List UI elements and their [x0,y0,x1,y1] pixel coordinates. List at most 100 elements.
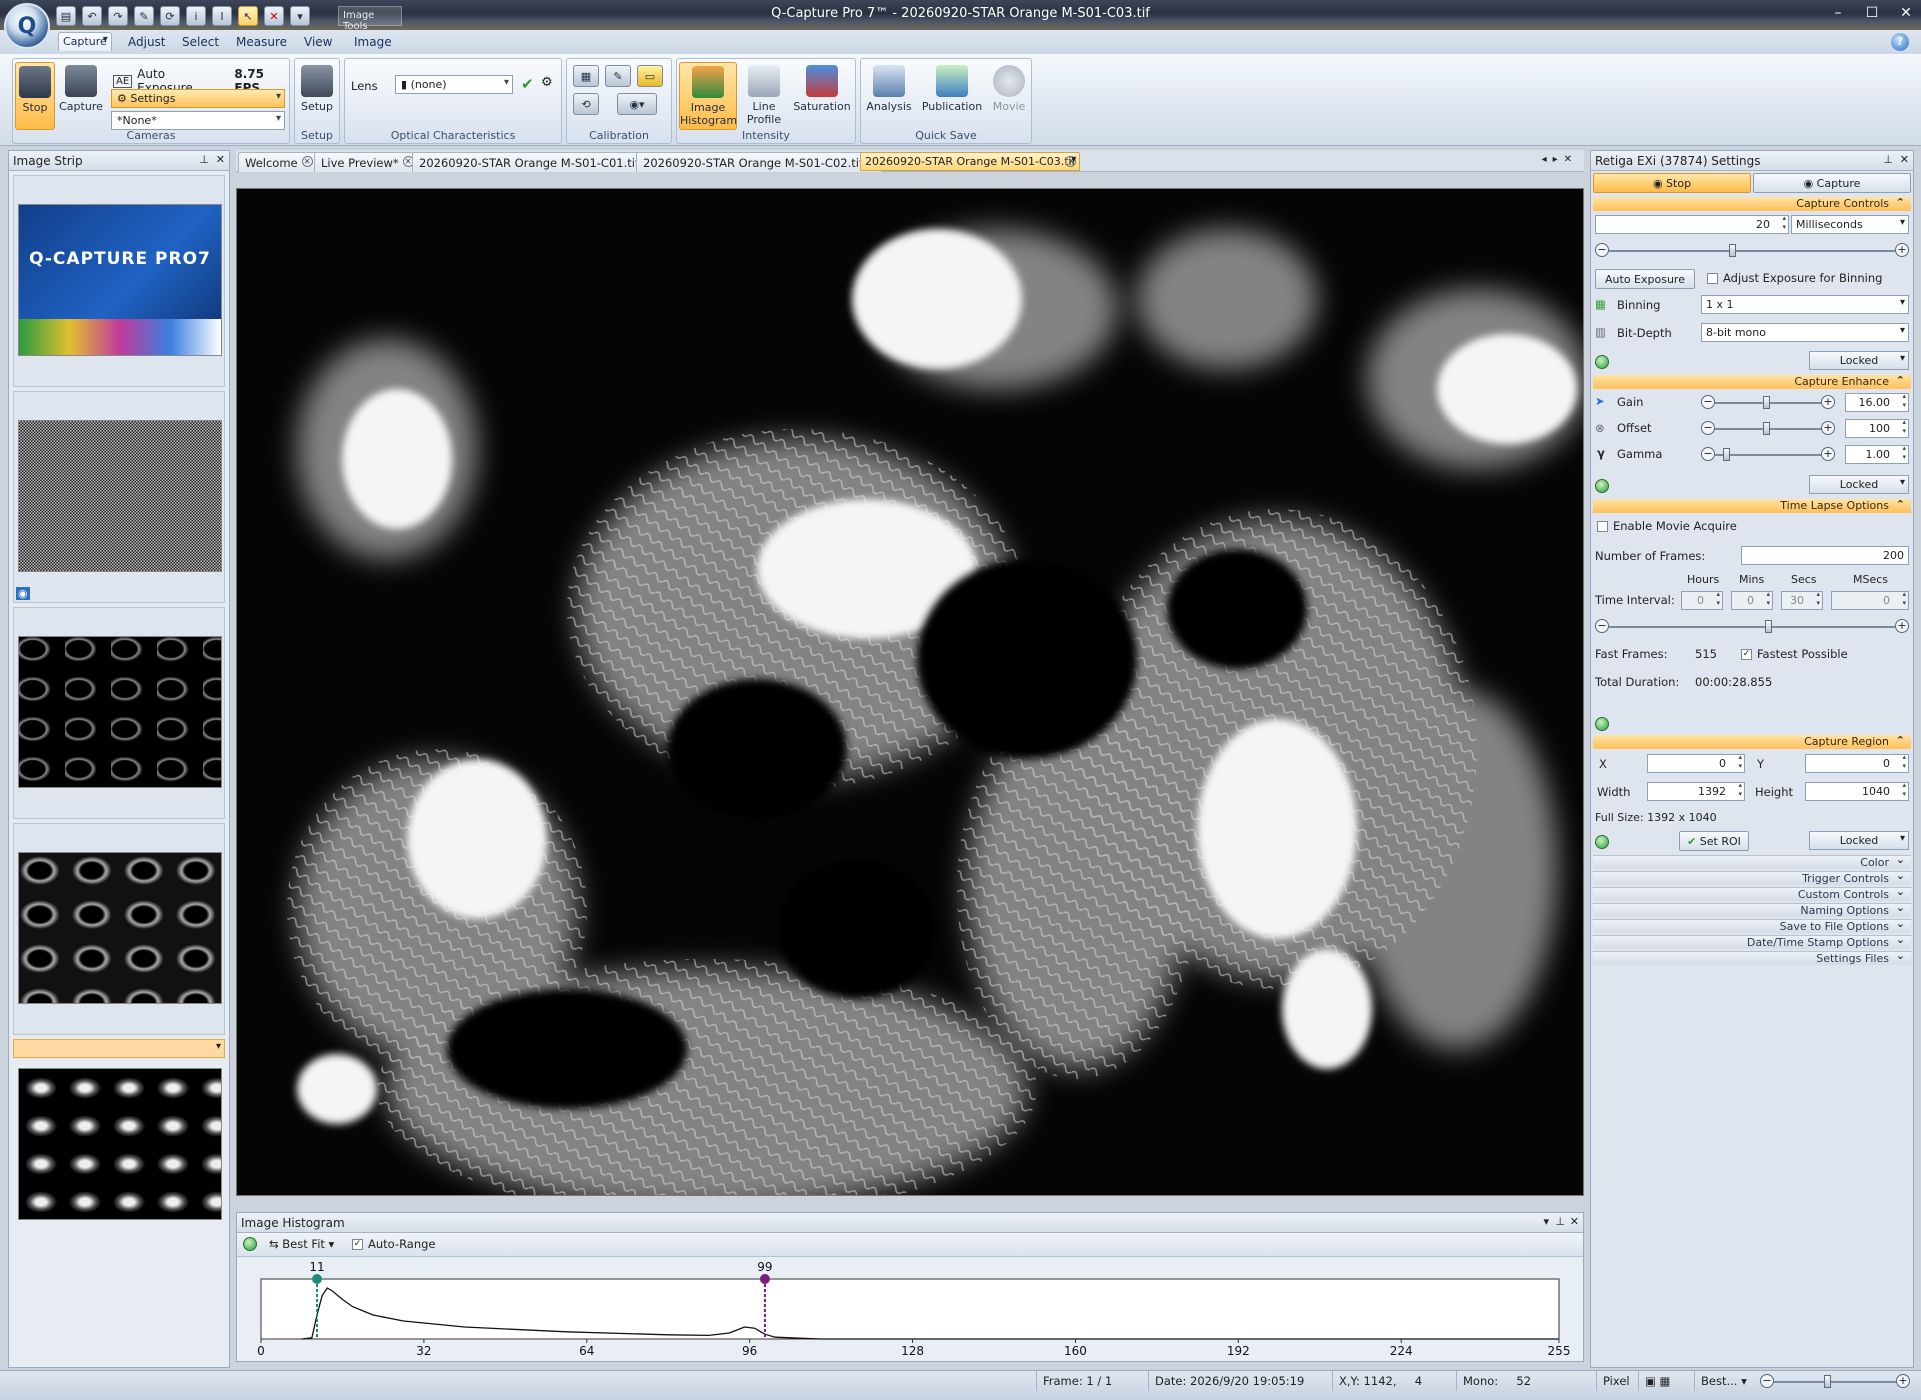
exposure-input[interactable]: 20 [1595,214,1789,234]
tab-adjust[interactable]: Adjust [118,32,176,54]
lens-settings-icon[interactable]: ⚙ [541,75,553,90]
capture-button[interactable]: Capture [59,62,103,130]
tab-measure[interactable]: Measure [226,32,297,54]
capture-region-locked-dropdown[interactable]: Locked [1809,831,1909,850]
close-icon[interactable]: ✕ [301,156,313,167]
reset-green-icon[interactable] [1595,835,1609,849]
tab-capture[interactable]: Capture [58,32,112,51]
gain-input[interactable]: 16.00 [1845,392,1909,412]
section-capture-region[interactable]: Capture Region [1593,734,1911,749]
histogram-chart[interactable]: 11 99 0 32 64 96 128 160 192 224 255 [237,1259,1583,1361]
section-time-lapse[interactable]: Time Lapse Options [1593,498,1911,513]
enable-movie-checkbox[interactable] [1597,521,1608,532]
undo-icon[interactable]: ↶ [82,6,102,26]
calibrate-icon[interactable]: ▦ [573,65,599,87]
interval-msecs-input[interactable]: 0 [1831,590,1909,610]
section-save-to-file[interactable]: Save to File Options [1593,917,1911,933]
settings-stop-button[interactable]: ◉ Stop [1593,173,1751,193]
interval-secs-input[interactable]: 30 [1781,590,1823,610]
movie-button[interactable]: Movie [989,62,1029,130]
stop-button[interactable]: Stop [15,62,55,130]
tab-image[interactable]: Image [344,32,402,54]
set-roi-button[interactable]: ✔ Set ROI [1679,831,1749,851]
tab-c02[interactable]: 20260920-STAR Orange M-S01-C02.tif✕ [636,152,882,172]
dropdown-icon[interactable]: ▾ [1543,1215,1549,1228]
close-icon[interactable]: ✕ [216,153,225,166]
tab-welcome[interactable]: Welcome ✕ [238,152,317,172]
gain-slider[interactable]: − + [1701,395,1835,411]
reset-calibration-icon[interactable]: ⟲ [573,93,599,115]
capture-enhance-locked-dropdown[interactable]: Locked [1809,475,1909,494]
info-icon[interactable]: i [186,6,206,26]
tab-view[interactable]: View [294,32,342,54]
section-settings-files[interactable]: Settings Files [1593,949,1911,965]
refresh-icon[interactable]: ⟳ [160,6,180,26]
interval-mins-input[interactable]: 0 [1731,590,1773,610]
roi-x-input[interactable]: 0 [1647,753,1745,773]
apply-check-icon[interactable]: ✔ [521,75,534,93]
gamma-input[interactable]: 1.00 [1845,444,1909,464]
reset-green-icon[interactable] [1595,355,1609,369]
section-datetime-stamp[interactable]: Date/Time Stamp Options [1593,933,1911,949]
view-toggle-icons[interactable]: ▣ ▦ [1638,1371,1694,1391]
tab-c03[interactable]: 20260920-STAR Orange M-S01-C03.tif ✕ [860,152,1081,171]
text-cursor-icon[interactable]: I [212,6,232,26]
strip-thumb-live-preview[interactable]: ◉ [13,391,225,603]
roi-height-input[interactable]: 1040 [1805,781,1909,801]
best-fit-dropdown[interactable]: ⇆ Best Fit ▾ [269,1237,334,1251]
frames-input[interactable]: 200 [1741,546,1909,565]
microscopy-image-view[interactable] [236,188,1584,1196]
camera-calibration-icon[interactable]: ◉▾ [617,93,657,115]
section-capture-enhance[interactable]: Capture Enhance [1593,374,1911,389]
pencil-icon[interactable]: ✎ [134,6,154,26]
close-icon[interactable]: ✕ [1900,153,1909,166]
interval-hours-input[interactable]: 0 [1681,590,1723,610]
preset-dropdown[interactable]: *None* [111,111,285,130]
pin-icon[interactable]: ⊥ [1555,1215,1565,1228]
image-histogram-button[interactable]: Image Histogram [679,62,737,130]
section-trigger-controls[interactable]: Trigger Controls [1593,869,1911,885]
analysis-button[interactable]: Analysis [863,62,915,130]
publication-button[interactable]: Publication [919,62,985,130]
bit-depth-dropdown[interactable]: 8-bit mono [1701,323,1909,342]
strip-thumb-c01[interactable] [13,607,225,819]
tab-scroll-icons[interactable]: ◂▸✕ [1542,154,1578,165]
setup-button[interactable]: Setup [297,62,337,130]
auto-range-checkbox[interactable]: ✓ [352,1239,363,1250]
adjust-binning-checkbox[interactable] [1707,273,1718,284]
interval-slider[interactable]: − + [1595,619,1909,635]
strip-thumb-c03[interactable] [13,1039,225,1220]
roi-width-input[interactable]: 1392 [1647,781,1745,801]
tab-select[interactable]: Select [172,32,229,54]
settings-capture-button[interactable]: ◉ Capture [1753,173,1911,193]
offset-slider[interactable]: − + [1701,421,1835,437]
capture-controls-locked-dropdown[interactable]: Locked [1809,351,1909,370]
tab-live-preview[interactable]: Live Preview* ✕ [314,152,418,172]
pointer-icon[interactable]: ↖ [238,6,258,26]
scale-bar-icon[interactable]: ▭ [637,65,663,87]
zoom-slider[interactable]: − + [1760,1374,1910,1390]
section-naming-options[interactable]: Naming Options [1593,901,1911,917]
redo-icon[interactable]: ↷ [108,6,128,26]
tab-c01[interactable]: 20260920-STAR Orange M-S01-C01.tif✕ [412,152,658,172]
close-icon[interactable]: ✕ [1570,1215,1579,1228]
pin-icon[interactable]: ⊥ [199,153,209,166]
strip-thumb-welcome[interactable]: Q-CAPTURE PRO7 [13,175,225,387]
minimize-icon[interactable]: – [1829,4,1847,22]
strip-thumb-c02[interactable] [13,823,225,1035]
offset-input[interactable]: 100 [1845,418,1909,438]
binning-dropdown[interactable]: 1 x 1 [1701,295,1909,314]
lens-dropdown[interactable]: ▮ (none) [395,75,513,94]
section-capture-controls[interactable]: Capture Controls [1593,196,1911,211]
zoom-dropdown[interactable]: Best... ▾ [1694,1371,1754,1391]
reset-green-icon[interactable] [1595,479,1609,493]
settings-dropdown[interactable]: ⚙ Settings [111,89,285,108]
app-menu-button[interactable]: Q [4,3,50,49]
reset-green-icon[interactable] [1595,717,1609,731]
close-icon[interactable]: ✕ [1897,4,1915,22]
saturation-button[interactable]: Saturation [791,62,853,130]
exposure-slider[interactable]: − + [1595,243,1909,259]
delete-icon[interactable]: ✕ [264,6,284,26]
ruler-icon[interactable]: ✎ [605,65,631,87]
save-icon[interactable]: ▤ [56,6,76,26]
